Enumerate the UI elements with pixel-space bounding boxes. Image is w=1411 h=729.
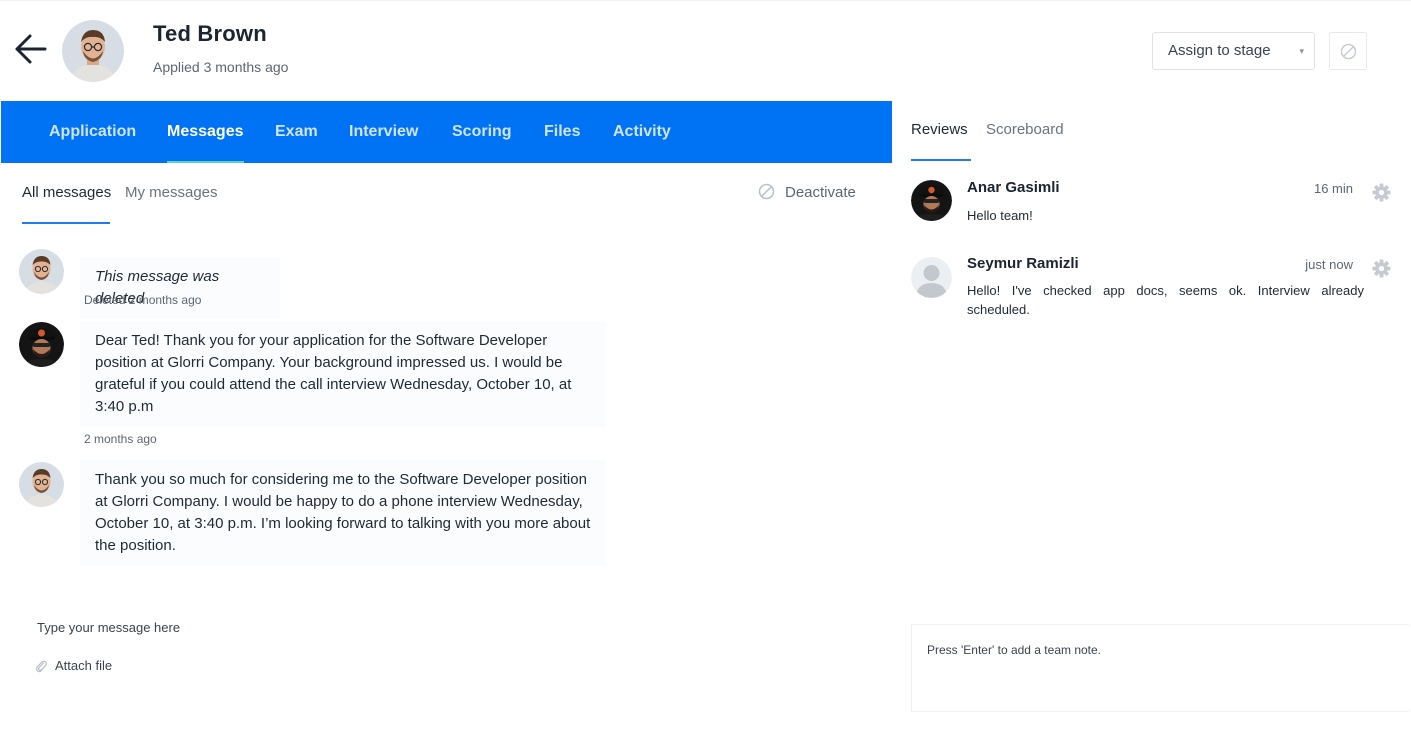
assign-to-stage-select[interactable]: Assign to stage ▾ bbox=[1152, 32, 1315, 70]
tab-interview[interactable]: Interview bbox=[349, 101, 418, 163]
message-timestamp: 2 months ago bbox=[84, 432, 157, 446]
tab-files[interactable]: Files bbox=[544, 101, 580, 163]
avatar bbox=[911, 257, 952, 298]
message-bubble: Thank you so much for considering me to … bbox=[80, 460, 606, 566]
attach-file-label: Attach file bbox=[55, 658, 113, 673]
reviewer-name: Seymur Ramizli bbox=[967, 255, 1079, 272]
team-note-box bbox=[911, 624, 1409, 712]
tab-exam[interactable]: Exam bbox=[275, 101, 318, 163]
avatar bbox=[19, 462, 64, 507]
paperclip-icon bbox=[35, 660, 47, 673]
message-composer: Attach file bbox=[20, 612, 210, 694]
tab-reviews[interactable]: Reviews bbox=[911, 121, 968, 138]
assign-to-stage-label: Assign to stage bbox=[1168, 42, 1271, 59]
team-note-input[interactable] bbox=[927, 643, 1397, 703]
applied-time: Applied 3 months ago bbox=[153, 59, 289, 75]
review-text: Hello! I've checked app docs, seems ok. … bbox=[967, 283, 1364, 317]
tab-activity[interactable]: Activity bbox=[613, 101, 671, 163]
message-timestamp: Deleted 2 months ago bbox=[84, 293, 202, 307]
message-bubble: Dear Ted! Thank you for your application… bbox=[80, 321, 606, 427]
block-icon bbox=[1340, 43, 1357, 60]
reviewer-name: Anar Gasimli bbox=[967, 179, 1060, 196]
back-arrow-icon[interactable] bbox=[12, 31, 48, 67]
candidate-tab-bar: Application Messages Exam Interview Scor… bbox=[1, 101, 892, 163]
review-time: just now bbox=[1305, 257, 1353, 272]
avatar bbox=[19, 322, 64, 367]
subtab-all-messages[interactable]: All messages bbox=[22, 184, 111, 201]
tab-scoreboard[interactable]: Scoreboard bbox=[986, 121, 1064, 138]
message-bubble-deleted: This message was deleted bbox=[80, 257, 280, 319]
avatar bbox=[19, 249, 64, 294]
gear-icon[interactable] bbox=[1372, 183, 1391, 202]
active-tab-indicator bbox=[911, 159, 971, 161]
tab-messages[interactable]: Messages bbox=[167, 101, 244, 163]
disqualify-button[interactable] bbox=[1329, 32, 1367, 70]
message-input[interactable] bbox=[37, 620, 207, 635]
tab-scoring[interactable]: Scoring bbox=[452, 101, 512, 163]
avatar bbox=[911, 180, 952, 221]
candidate-header: Ted Brown Applied 3 months ago Assign to… bbox=[0, 0, 1411, 101]
active-subtab-indicator bbox=[22, 222, 110, 224]
tab-application[interactable]: Application bbox=[49, 101, 136, 163]
deactivate-label: Deactivate bbox=[785, 184, 856, 201]
subtab-my-messages[interactable]: My messages bbox=[125, 184, 218, 201]
candidate-avatar bbox=[62, 20, 124, 82]
chevron-down-icon: ▾ bbox=[1299, 46, 1304, 56]
review-text: Hello team! bbox=[967, 208, 1033, 223]
block-icon bbox=[758, 183, 775, 200]
candidate-name: Ted Brown bbox=[153, 21, 267, 46]
gear-icon[interactable] bbox=[1372, 259, 1391, 278]
review-time: 16 min bbox=[1313, 181, 1353, 196]
